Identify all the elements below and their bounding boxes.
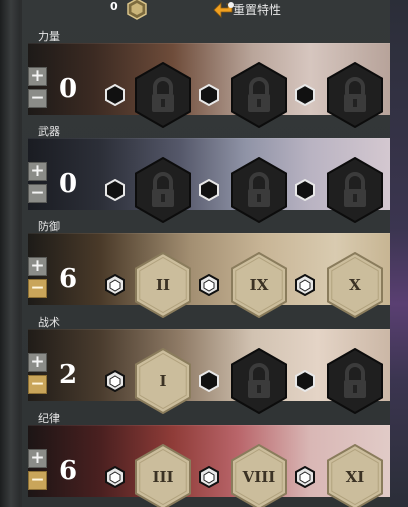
trait-numeral: VIII [242,468,276,486]
trait-numeral: XI [345,468,365,486]
trait-line-banner: + −6 III VIII XI [28,425,390,507]
minor-trait-hex-icon [105,466,125,488]
trait-numeral [230,62,288,128]
trait-numeral [134,157,192,223]
trait-numeral [230,157,288,223]
trait-line-title: 战术 [38,316,60,329]
trait-numeral: X [349,276,361,294]
major-trait-slot[interactable]: III [134,443,192,507]
trait-line-title: 纪律 [38,412,60,425]
minor-trait-hex-icon [105,370,125,392]
trait-points-value: 0 [58,74,78,104]
locked-trait-slot[interactable] [326,156,384,224]
add-point-button[interactable]: + [28,353,47,372]
trait-numeral: II [155,276,171,294]
minor-trait-hex-icon [105,84,125,106]
trait-line-title: 力量 [38,30,60,43]
minor-trait-hex-icon [295,466,315,488]
trait-points-value: 6 [58,456,78,486]
orange-arrow-icon[interactable] [212,2,234,20]
locked-trait-slot[interactable] [326,61,384,129]
reset-traits-button[interactable]: 重置特性 [233,1,281,18]
add-point-button[interactable]: + [28,67,47,86]
major-trait-slot[interactable]: XI [326,443,384,507]
trait-line-title: 防御 [38,220,60,233]
trait-line-banner: + −6 II IX X [28,233,390,319]
trait-points-value: 2 [58,360,78,390]
trait-numeral: III [152,468,174,486]
major-trait-slot[interactable]: I [134,347,192,415]
locked-trait-slot[interactable] [230,156,288,224]
major-trait-slot[interactable]: IX [230,251,288,319]
locked-trait-slot[interactable] [326,347,384,415]
trait-numeral [230,348,288,414]
remove-point-button[interactable]: − [28,471,47,490]
window-right-frame [390,0,408,507]
add-point-button[interactable]: + [28,449,47,468]
available-points: 0 [110,0,118,13]
locked-trait-slot[interactable] [230,347,288,415]
minor-trait-hex-icon [199,179,219,201]
add-point-button[interactable]: + [28,162,47,181]
trait-points-value: 0 [58,169,78,199]
trait-line-banner: + −0 [28,138,390,224]
remove-point-button[interactable]: − [28,89,47,108]
add-point-button[interactable]: + [28,257,47,276]
major-trait-slot[interactable]: X [326,251,384,319]
minor-trait-hex-icon [295,370,315,392]
window-left-frame [0,0,20,507]
hex-token-icon [127,0,147,20]
minor-trait-hex-icon [295,84,315,106]
minor-trait-hex-icon [199,84,219,106]
trait-numeral [134,62,192,128]
trait-line: 力量 + −0 [28,28,390,129]
minor-trait-hex-icon [295,179,315,201]
trait-numeral: I [159,372,167,390]
trait-line-title: 武器 [38,125,60,138]
trait-points-value: 6 [58,264,78,294]
trait-line: 战术 + −2 I [28,314,390,415]
locked-trait-slot[interactable] [134,61,192,129]
trait-line-banner: + −0 [28,43,390,129]
locked-trait-slot[interactable] [134,156,192,224]
trait-numeral [326,62,384,128]
major-trait-slot[interactable]: II [134,251,192,319]
locked-trait-slot[interactable] [230,61,288,129]
minor-trait-hex-icon [295,274,315,296]
trait-numeral: IX [249,276,269,294]
minor-trait-hex-icon [105,179,125,201]
trait-numeral [326,157,384,223]
trait-line: 武器 + −0 [28,123,390,224]
remove-point-button[interactable]: − [28,184,47,203]
minor-trait-hex-icon [199,274,219,296]
trait-line-banner: + −2 I [28,329,390,415]
trait-line: 纪律 + −6 III VIII XI [28,410,390,507]
traits-header: 0 重置特性 [0,0,408,22]
minor-trait-hex-icon [105,274,125,296]
remove-point-button[interactable]: − [28,279,47,298]
minor-trait-hex-icon [199,466,219,488]
minor-trait-hex-icon [199,370,219,392]
major-trait-slot[interactable]: VIII [230,443,288,507]
trait-line: 防御 + −6 II IX X [28,218,390,319]
trait-numeral [326,348,384,414]
remove-point-button[interactable]: − [28,375,47,394]
